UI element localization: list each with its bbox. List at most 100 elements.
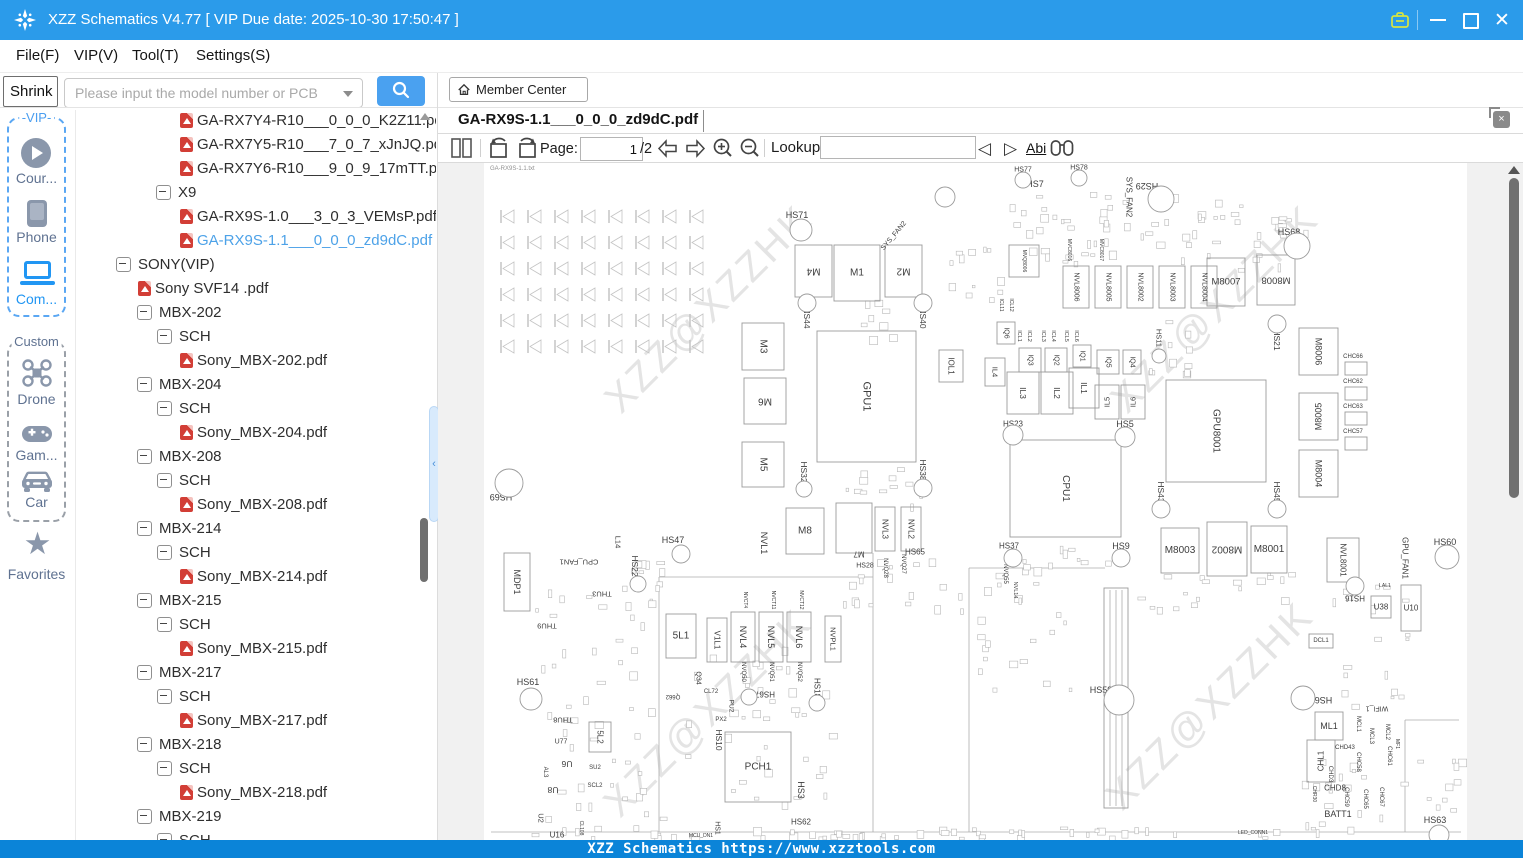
tree-item-label[interactable]: MBX-219	[159, 808, 222, 825]
tree-item-label[interactable]: SCH	[179, 544, 211, 561]
collapse-box-icon[interactable]	[157, 832, 172, 840]
star-icon[interactable]: ★	[0, 528, 75, 560]
tree-item-label[interactable]: Sony_MBX-214.pdf	[197, 568, 327, 585]
collapse-box-icon[interactable]	[137, 664, 152, 680]
sidebar-item-game[interactable]: Gam...	[0, 447, 73, 463]
collapse-box-icon[interactable]	[137, 304, 152, 320]
play-icon[interactable]	[21, 138, 51, 168]
collapse-box-icon[interactable]	[116, 256, 131, 272]
search-input[interactable]	[73, 81, 332, 105]
gamepad-icon[interactable]	[21, 424, 53, 444]
chevron-down-icon[interactable]	[343, 91, 353, 97]
member-center-button[interactable]: Member Center	[449, 77, 588, 102]
license-button[interactable]	[1383, 0, 1417, 40]
collapse-box-icon[interactable]	[137, 520, 152, 536]
footer-link[interactable]: XZZ Schematics https://www.xzztools.com	[587, 841, 935, 857]
highlight-all-button[interactable]	[1050, 138, 1074, 161]
pdf-scroll-up-icon[interactable]	[1508, 166, 1520, 174]
tree-item-branch[interactable]: SCH	[157, 684, 211, 708]
tree-item-branch[interactable]: SCH	[157, 324, 211, 348]
tree-item-label[interactable]: Sony_MBX-204.pdf	[197, 424, 327, 441]
maximize-button[interactable]	[1453, 0, 1487, 40]
tree-item-label[interactable]: Sony_MBX-215.pdf	[197, 640, 327, 657]
tree-scrollbar-thumb[interactable]	[420, 518, 428, 582]
next-page-button[interactable]	[684, 139, 707, 161]
sidebar-item-car[interactable]: Car	[0, 494, 73, 510]
pdf-scrollbar-thumb[interactable]	[1509, 178, 1519, 498]
tree-item-branch[interactable]: SCH	[157, 468, 211, 492]
tree-item-label[interactable]: MBX-202	[159, 304, 222, 321]
menu-settings[interactable]: Settings(S)	[196, 47, 270, 64]
tree-item-branch[interactable]: MBX-215	[137, 588, 222, 612]
sidebar-item-drone[interactable]: Drone	[0, 391, 73, 407]
tree-item-branch[interactable]: MBX-208	[137, 444, 222, 468]
tree-item-pdf[interactable]: GA-RX7Y4-R10___0_0_0_K2Z11.pdf	[180, 108, 436, 132]
collapse-box-icon[interactable]	[137, 736, 152, 752]
menu-vip[interactable]: VIP(V)	[74, 47, 118, 64]
tree-item-pdf[interactable]: Sony_MBX-204.pdf	[180, 420, 327, 444]
tree-item-label[interactable]: SCH	[179, 688, 211, 705]
drone-icon[interactable]	[21, 358, 53, 388]
tree-item-pdf[interactable]: GA-RX9S-1.1___0_0_0_zd9dC.pdf	[180, 228, 432, 252]
tree-item-pdf[interactable]: Sony_MBX-215.pdf	[180, 636, 327, 660]
tree-item-branch[interactable]: SCH	[157, 396, 211, 420]
tree-item-label[interactable]: SCH	[179, 400, 211, 417]
laptop-icon[interactable]	[24, 261, 51, 279]
tree-item-branch[interactable]: SCH	[157, 828, 211, 840]
page-number-input[interactable]	[580, 137, 643, 161]
tree-item-pdf[interactable]: Sony_MBX-202.pdf	[180, 348, 327, 372]
close-document-icon[interactable]: ×	[1489, 107, 1510, 128]
tree-item-label[interactable]: Sony SVF14 .pdf	[155, 280, 268, 297]
rotate-right-button[interactable]	[515, 135, 539, 163]
tree-item-branch[interactable]: SCH	[157, 612, 211, 636]
tree-item-branch[interactable]: MBX-218	[137, 732, 222, 756]
tree-item-label[interactable]: Sony_MBX-208.pdf	[197, 496, 327, 513]
collapse-box-icon[interactable]	[137, 376, 152, 392]
zoom-in-button[interactable]	[712, 137, 735, 163]
schematic-canvas[interactable]: XZZ@XZZHK XZZ@XZZHK XZZ@XZZHK XZZ@XZZHK M1 M4…	[438, 163, 1523, 840]
match-case-button[interactable]: Abi	[1026, 140, 1046, 156]
tree-item-branch[interactable]: SCH	[157, 540, 211, 564]
sidebar-item-favorites[interactable]: Favorites	[0, 566, 73, 582]
collapse-box-icon[interactable]	[157, 760, 172, 776]
tree-item-label[interactable]: GA-RX7Y6-R10___9_0_9_17mTT.pdf	[197, 160, 436, 177]
tree-item-label[interactable]: GA-RX7Y5-R10___7_0_7_xJnJQ.pdf	[197, 136, 436, 153]
tree-item-branch[interactable]: MBX-204	[137, 372, 222, 396]
tree-item-label[interactable]: X9	[178, 184, 196, 201]
collapse-box-icon[interactable]	[157, 616, 172, 632]
collapse-box-icon[interactable]	[157, 544, 172, 560]
car-icon[interactable]	[20, 470, 54, 493]
collapse-box-icon[interactable]	[137, 592, 152, 608]
collapse-box-icon[interactable]	[157, 472, 172, 488]
tree-item-pdf[interactable]: GA-RX7Y5-R10___7_0_7_xJnJQ.pdf	[180, 132, 436, 156]
tree-item-label[interactable]: Sony_MBX-202.pdf	[197, 352, 327, 369]
document-tab[interactable]: GA-RX9S-1.1___0_0_0_zd9dC.pdf	[458, 111, 698, 128]
two-page-view-button[interactable]	[450, 137, 473, 162]
tree-item-label[interactable]: SCH	[179, 472, 211, 489]
tree-scroll-up-icon[interactable]	[420, 113, 430, 120]
tree-item-pdf[interactable]: Sony_MBX-214.pdf	[180, 564, 327, 588]
find-next-button[interactable]: ▷	[1004, 139, 1017, 159]
tree-item-label[interactable]: SONY(VIP)	[138, 256, 215, 273]
collapse-box-icon[interactable]	[157, 400, 172, 416]
file-tree[interactable]: GA-RX7Y4-R10___0_0_0_K2Z11.pdf GA-RX7Y5-R…	[76, 108, 436, 840]
close-button[interactable]: ✕	[1485, 0, 1519, 40]
collapse-box-icon[interactable]	[157, 328, 172, 344]
tree-item-pdf[interactable]: Sony_MBX-208.pdf	[180, 492, 327, 516]
collapse-box-icon[interactable]	[157, 688, 172, 704]
tree-item-pdf[interactable]: GA-RX7Y6-R10___9_0_9_17mTT.pdf	[180, 156, 436, 180]
search-button[interactable]	[377, 76, 425, 106]
tree-item-branch[interactable]: MBX-219	[137, 804, 222, 828]
phone-icon[interactable]	[27, 200, 47, 227]
tree-item-label[interactable]: MBX-204	[159, 376, 222, 393]
tree-item-label[interactable]: SCH	[179, 328, 211, 345]
shrink-button[interactable]: Shrink	[3, 76, 58, 107]
tree-item-label[interactable]: MBX-217	[159, 664, 222, 681]
tree-item-label[interactable]: MBX-208	[159, 448, 222, 465]
tree-item-label[interactable]: SCH	[179, 832, 211, 841]
tree-item-branch[interactable]: SCH	[157, 756, 211, 780]
tree-item-label[interactable]: GA-RX7Y4-R10___0_0_0_K2Z11.pdf	[197, 112, 436, 129]
tree-item-label[interactable]: MBX-215	[159, 592, 222, 609]
tree-item-label[interactable]: Sony_MBX-218.pdf	[197, 784, 327, 801]
zoom-out-button[interactable]	[739, 137, 762, 163]
